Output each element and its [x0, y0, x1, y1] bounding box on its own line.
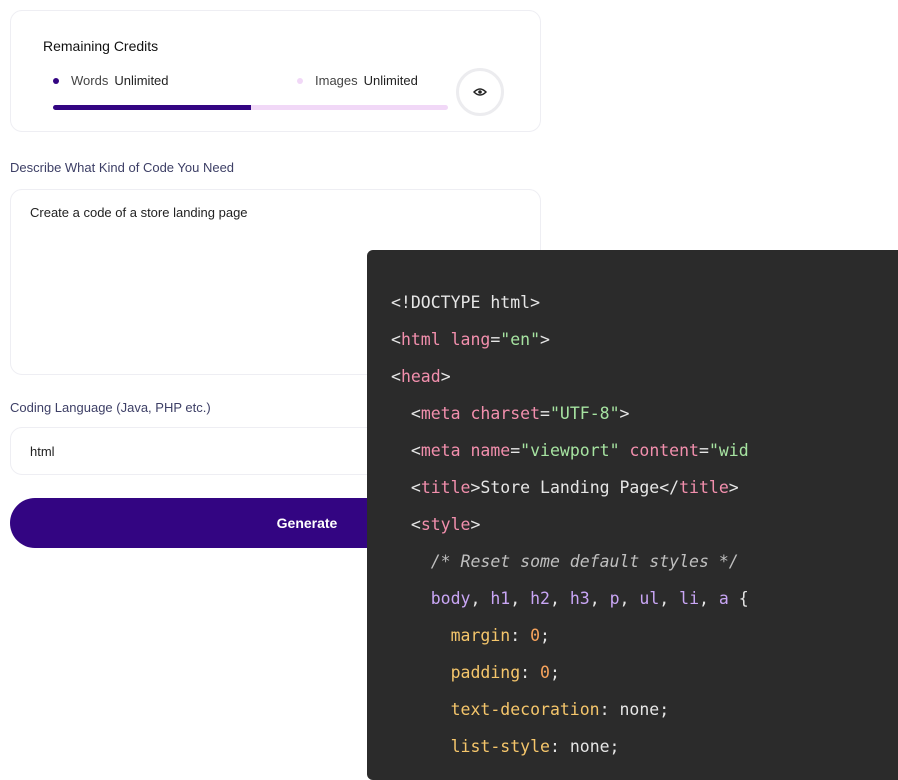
code-token: p [609, 589, 620, 608]
code-token: "UTF-8" [549, 404, 620, 423]
words-dot-icon [53, 77, 59, 84]
code-token: < [391, 367, 401, 386]
code-token: < [391, 515, 421, 534]
code-line: margin: 0; [391, 617, 898, 654]
words-label: Words [71, 73, 109, 88]
code-token: name [460, 441, 511, 460]
code-token: < [391, 441, 421, 460]
code-token: , [699, 589, 719, 608]
code-token: > [440, 367, 451, 386]
code-line: <meta charset="UTF-8"> [391, 395, 898, 432]
credits-usage-bar [53, 105, 448, 110]
code-token: , [549, 589, 570, 608]
images-value: Unlimited [363, 73, 418, 88]
code-line: padding: 0; [391, 654, 898, 691]
code-token: = [490, 330, 501, 349]
code-token: >Store Landing Page</ [470, 478, 680, 497]
images-usage-segment [250, 105, 448, 110]
code-token: h2 [530, 589, 550, 608]
code-token: : [510, 626, 531, 645]
code-line: list-style: none; [391, 728, 898, 765]
code-token: meta [420, 441, 461, 460]
code-token: <!DOCTYPE html> [391, 293, 541, 312]
code-token: : [520, 663, 541, 682]
code-token: < [391, 478, 421, 497]
language-label: Coding Language (Java, PHP etc.) [10, 400, 211, 415]
code-token: /* Reset some default styles */ [391, 552, 739, 571]
generate-button-label: Generate [276, 515, 338, 531]
code-token: list-style [391, 737, 550, 756]
code-token: "wid [708, 441, 749, 460]
code-line: <style> [391, 506, 898, 543]
credits-title: Remaining Credits [43, 38, 159, 54]
code-line: /* Reset some default styles */ [391, 543, 898, 580]
code-token: style [420, 515, 471, 534]
description-label: Describe What Kind of Code You Need [10, 160, 235, 175]
words-value: Unlimited [114, 73, 169, 88]
code-line: body, h1, h2, h3, p, ul, li, a { [391, 580, 898, 617]
code-token: { [728, 589, 749, 608]
code-token: , [659, 589, 680, 608]
code-token: > [728, 478, 739, 497]
language-input-value: html [30, 443, 55, 459]
code-token: > [470, 515, 481, 534]
code-token: = [699, 441, 709, 460]
code-token: lang [440, 330, 491, 349]
code-token: ; [549, 663, 560, 682]
code-token: content [619, 441, 699, 460]
code-token: : none; [599, 700, 670, 719]
generated-code-panel: <!DOCTYPE html> <html lang="en"> <head> <m… [367, 250, 898, 780]
code-token: li [679, 589, 700, 608]
code-line: <html lang="en"> [391, 321, 898, 358]
code-token: text-decoration [391, 700, 600, 719]
code-token: head [400, 367, 441, 386]
code-line: text-decoration: none; [391, 691, 898, 728]
code-token: 0 [540, 663, 550, 682]
code-token: , [510, 589, 531, 608]
code-token: a [718, 589, 729, 608]
code-token: h3 [569, 589, 590, 608]
code-token: title [679, 478, 729, 497]
code-token: , [589, 589, 610, 608]
code-token: meta [420, 404, 461, 423]
code-token: = [510, 441, 521, 460]
code-token: title [420, 478, 471, 497]
code-token: , [619, 589, 640, 608]
code-token: < [391, 330, 401, 349]
code-token: ; [540, 626, 550, 645]
code-token: > [619, 404, 630, 423]
code-token: : none; [549, 737, 620, 756]
code-token: "en" [500, 330, 541, 349]
remaining-credits-card: Remaining Credits Words Unlimited Images… [10, 10, 541, 132]
words-usage-segment [53, 105, 251, 110]
words-credit-legend: Words Unlimited [53, 73, 169, 88]
code-block: <!DOCTYPE html> <html lang="en"> <head> <m… [367, 250, 898, 765]
code-token: = [540, 404, 550, 423]
images-label: Images [315, 73, 358, 88]
code-token: "viewport" [520, 441, 620, 460]
eye-icon [473, 88, 487, 96]
code-token: < [391, 404, 421, 423]
code-token: charset [460, 404, 541, 423]
code-token: body [391, 589, 471, 608]
code-token: html [400, 330, 441, 349]
images-dot-icon [297, 77, 303, 84]
code-token: 0 [530, 626, 541, 645]
code-line: <meta name="viewport" content="wid [391, 432, 898, 469]
code-token: padding [391, 663, 521, 682]
images-credit-legend: Images Unlimited [297, 73, 418, 88]
code-line: <head> [391, 358, 898, 395]
code-line: <!DOCTYPE html> [391, 284, 898, 321]
code-token: ul [639, 589, 660, 608]
code-line: <title>Store Landing Page</title> [391, 469, 898, 506]
toggle-credits-button[interactable] [456, 68, 504, 116]
code-token: margin [391, 626, 511, 645]
code-token: , [470, 589, 491, 608]
code-token: > [540, 330, 550, 349]
code-token: h1 [490, 589, 511, 608]
